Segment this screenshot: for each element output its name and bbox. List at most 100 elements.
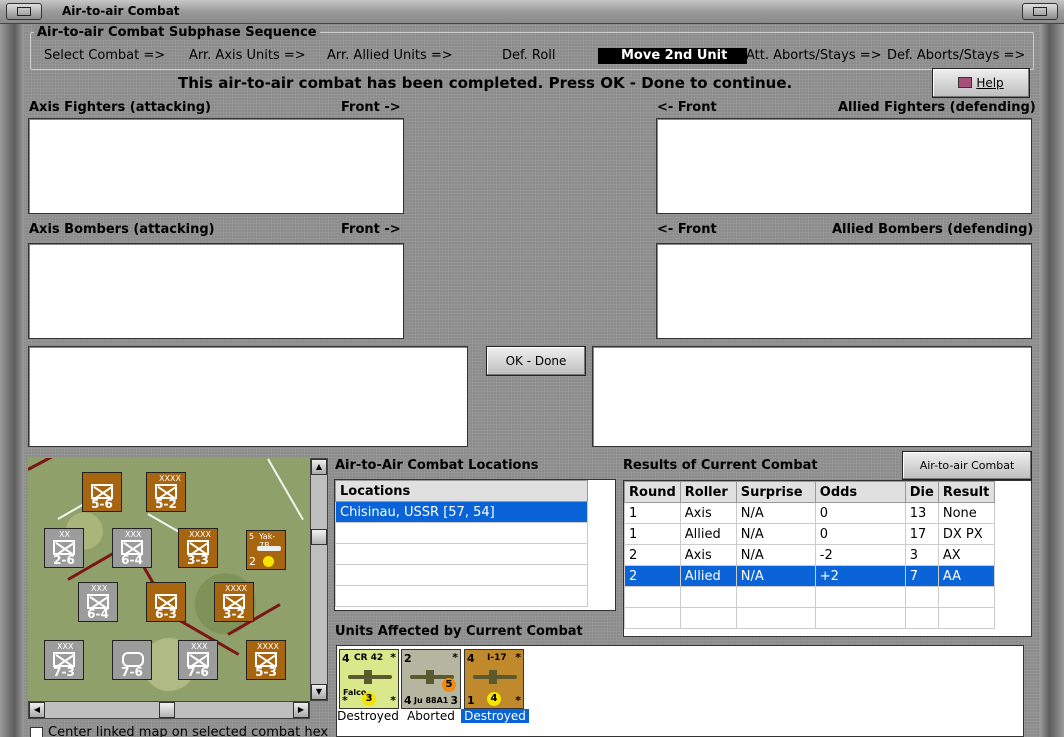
map-vertical-scrollbar[interactable]: ▲ ▼ <box>310 458 328 701</box>
results-header-row: Round Roller Surprise Odds Die Result <box>624 481 995 503</box>
map-counter[interactable]: 5Yak-7B2 <box>246 530 286 570</box>
axis-bombers-box[interactable] <box>28 243 404 339</box>
allied-info-box <box>592 346 1032 447</box>
unit-status-selected: Destroyed <box>461 709 529 723</box>
units-affected-title: Units Affected by Current Combat <box>335 624 583 639</box>
combat-chart-button[interactable]: Air-to-air Combat Chart <box>902 451 1032 499</box>
subphase-label: Air-to-air Combat Subphase Sequence <box>34 25 320 40</box>
scroll-down-button[interactable]: ▼ <box>311 684 327 700</box>
map-counter[interactable]: XXXX 5-2 <box>146 472 186 512</box>
map-counter[interactable]: XXX 6-4 <box>112 528 152 568</box>
col-die: Die <box>904 481 939 503</box>
unit-status: Aborted <box>407 709 455 723</box>
table-row-selected[interactable]: 2 Allied N/A +2 7 AA <box>624 565 995 587</box>
fighter-plane-icon <box>348 670 392 684</box>
map-counter[interactable]: XXXX 3-3 <box>178 528 218 568</box>
help-label: Help <box>976 76 1004 90</box>
fighter-plane-icon <box>473 670 517 684</box>
die-marker: 3 <box>362 692 376 706</box>
fighter-plane-icon <box>257 546 281 551</box>
table-row-empty <box>624 586 995 608</box>
book-icon <box>958 77 973 88</box>
status-message: This air-to-air combat has been complete… <box>178 74 793 92</box>
linked-map[interactable]: 5-6 XXXX5-2 XX2-6 XXX6-4 XXXX3-3 5Yak-7B… <box>28 458 310 701</box>
step-att-aborts: Att. Aborts/Stays => <box>746 48 882 63</box>
unit-counter-selected[interactable]: 4 I-17 * 1 4 * <box>464 649 524 709</box>
location-row-empty <box>335 564 588 586</box>
results-table-panel: Round Roller Surprise Odds Die Result 1A… <box>623 480 1032 637</box>
map-counter[interactable]: XXXX 5-3 <box>246 640 286 680</box>
allied-fighters-label: Allied Fighters (defending) <box>838 100 1036 115</box>
map-counter[interactable]: XXX 7-3 <box>44 640 84 680</box>
step-move-2nd-unit: Move 2nd Unit <box>598 48 748 64</box>
die-marker: 5 <box>442 678 456 692</box>
axis-fighters-label: Axis Fighters (attacking) <box>29 100 211 115</box>
unit-counter[interactable]: 4 CR 42 * Falco * 3 * <box>339 649 399 709</box>
axis-bombers-label: Axis Bombers (attacking) <box>29 222 215 237</box>
col-odds: Odds <box>814 481 906 503</box>
close-button[interactable] <box>1022 3 1058 20</box>
ok-done-button[interactable]: OK - Done <box>486 346 586 376</box>
help-button[interactable]: Help <box>932 68 1030 98</box>
window-frame-left <box>0 24 24 737</box>
unit-status: Destroyed <box>337 709 399 723</box>
scroll-left-button[interactable]: ◀ <box>29 702 45 718</box>
units-affected-panel: 4 CR 42 * Falco * 3 * 2 * 5 4 Ju 88A1 3 … <box>336 645 1024 737</box>
step-def-roll: Def. Roll <box>502 48 556 63</box>
map-counter[interactable]: 6-3 <box>146 582 186 622</box>
allied-fighters-front-label: <- Front <box>657 100 717 115</box>
scroll-up-button[interactable]: ▲ <box>311 459 327 475</box>
results-title: Results of Current Combat <box>623 458 818 473</box>
window-icon <box>1033 7 1047 16</box>
map-horizontal-scrollbar[interactable]: ◀ ▶ <box>28 701 310 719</box>
map-counter[interactable]: XX 2-6 <box>44 528 84 568</box>
axis-fighters-box[interactable] <box>28 118 404 214</box>
location-row[interactable]: Chisinau, USSR [57, 54] <box>335 501 588 523</box>
scroll-right-button[interactable]: ▶ <box>293 702 309 718</box>
title-bar: Air-to-air Combat <box>0 0 1064 24</box>
map-counter[interactable]: 5-6 <box>82 472 122 512</box>
map-counter[interactable]: XXX 7-6 <box>178 640 218 680</box>
location-row-empty <box>335 522 588 544</box>
table-row[interactable]: 1 Allied N/A 0 17 DX PX <box>624 523 995 545</box>
die-marker: 4 <box>487 692 501 706</box>
table-row[interactable]: 2 Axis N/A -2 3 AX <box>624 544 995 566</box>
table-row-empty <box>624 607 995 629</box>
location-row-empty <box>335 585 588 607</box>
location-row-empty <box>335 543 588 565</box>
front-line <box>28 458 65 471</box>
allied-bombers-label: Allied Bombers (defending) <box>832 222 1034 237</box>
step-arr-allied: Arr. Allied Units => <box>327 48 453 63</box>
col-round: Round <box>624 481 681 503</box>
step-select-combat: Select Combat => <box>44 48 166 63</box>
locations-list[interactable]: Locations Chisinau, USSR [57, 54] <box>334 479 616 611</box>
axis-bombers-front-label: Front -> <box>341 222 401 237</box>
die-marker <box>263 556 274 567</box>
allied-bombers-front-label: <- Front <box>657 222 717 237</box>
locations-header: Locations <box>335 480 588 502</box>
window-frame-right <box>1040 24 1064 737</box>
unit-counter[interactable]: 2 * 5 4 Ju 88A1 3 <box>401 649 461 709</box>
minimize-button[interactable] <box>6 3 42 20</box>
step-def-aborts: Def. Aborts/Stays => <box>887 48 1026 63</box>
map-counter[interactable]: XXX 6-4 <box>78 582 118 622</box>
locations-title: Air-to-Air Combat Locations <box>335 458 539 473</box>
map-counter[interactable]: XXXX 3-2 <box>214 582 254 622</box>
col-surprise: Surprise <box>735 481 816 503</box>
col-result: Result <box>937 481 995 503</box>
allied-fighters-box[interactable] <box>656 118 1032 214</box>
map-counter[interactable]: 7-6 <box>112 640 152 680</box>
center-map-checkbox[interactable] <box>30 727 43 737</box>
step-arr-axis: Arr. Axis Units => <box>189 48 306 63</box>
minimize-icon <box>17 7 31 16</box>
center-map-label: Center linked map on selected combat hex <box>48 725 329 737</box>
table-row[interactable]: 1 Axis N/A 0 13 None <box>624 502 995 524</box>
hex-grid-line <box>267 458 304 521</box>
allied-bombers-box[interactable] <box>656 243 1032 339</box>
window-title: Air-to-air Combat <box>62 4 180 18</box>
col-roller: Roller <box>679 481 737 503</box>
axis-fighters-front-label: Front -> <box>341 100 401 115</box>
scroll-thumb[interactable] <box>159 702 175 718</box>
scroll-thumb[interactable] <box>311 529 327 545</box>
axis-info-box <box>28 346 468 447</box>
